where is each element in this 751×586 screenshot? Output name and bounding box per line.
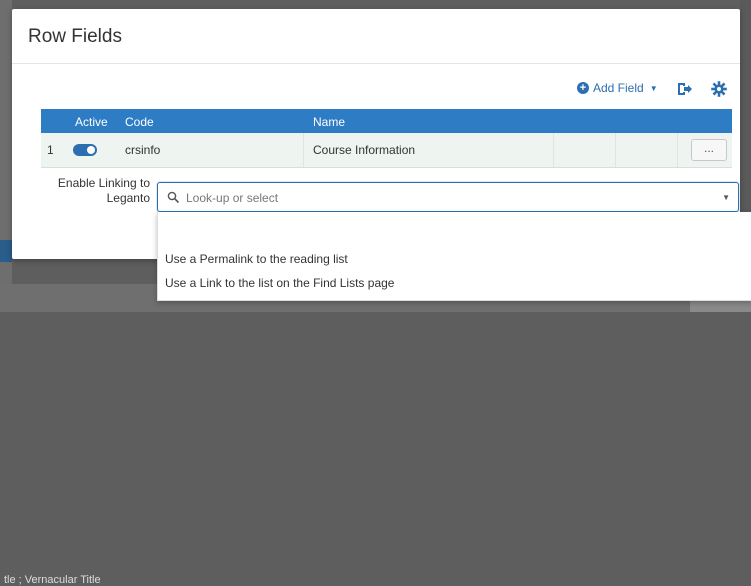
- row-actions-button[interactable]: ...: [691, 139, 727, 161]
- plus-circle-icon: +: [577, 82, 589, 94]
- lookup-input[interactable]: [184, 188, 708, 208]
- table-row: 1 crsinfo Course Information ...: [41, 133, 732, 168]
- column-header-active: Active: [75, 115, 108, 129]
- option-find-lists-link[interactable]: Use a Link to the list on the Find Lists…: [165, 276, 394, 290]
- table-toolbar: + Add Field ▼: [12, 81, 740, 101]
- linking-label-line2: Leganto: [106, 191, 150, 205]
- linking-field-label: Enable Linking to Leganto: [44, 176, 150, 206]
- table-header: Active Code Name: [41, 109, 732, 133]
- column-divider: [677, 133, 678, 167]
- export-icon[interactable]: [675, 81, 693, 97]
- column-header-name: Name: [313, 115, 346, 129]
- add-field-label: Add Field: [593, 81, 644, 95]
- row-code: crsinfo: [125, 143, 161, 157]
- chevron-down-icon[interactable]: ▼: [722, 193, 730, 202]
- option-permalink[interactable]: Use a Permalink to the reading list: [165, 252, 348, 266]
- column-divider: [303, 133, 304, 167]
- row-index: 1: [47, 143, 54, 157]
- background-page-left: [0, 0, 12, 312]
- search-icon: [167, 191, 179, 203]
- column-header-code: Code: [125, 115, 154, 129]
- fields-table: Active Code Name 1 crsinfo Course Inform…: [41, 109, 732, 168]
- leganto-linking-select[interactable]: ▼: [157, 182, 739, 212]
- column-divider: [615, 133, 616, 167]
- background-button-left: [0, 240, 12, 262]
- background-text: tle ; Vernacular Title: [4, 574, 101, 586]
- row-name: Course Information: [313, 143, 416, 157]
- gear-icon[interactable]: [711, 81, 727, 97]
- active-toggle[interactable]: [73, 144, 97, 156]
- dialog-header: Row Fields: [12, 9, 740, 64]
- add-field-button[interactable]: + Add Field ▼: [577, 81, 658, 95]
- column-divider: [553, 133, 554, 167]
- linking-options-dropdown: Use a Permalink to the reading list Use …: [157, 212, 751, 301]
- dialog-title: Row Fields: [28, 26, 122, 47]
- linking-label-line1: Enable Linking to: [57, 176, 150, 190]
- chevron-down-icon: ▼: [649, 83, 658, 93]
